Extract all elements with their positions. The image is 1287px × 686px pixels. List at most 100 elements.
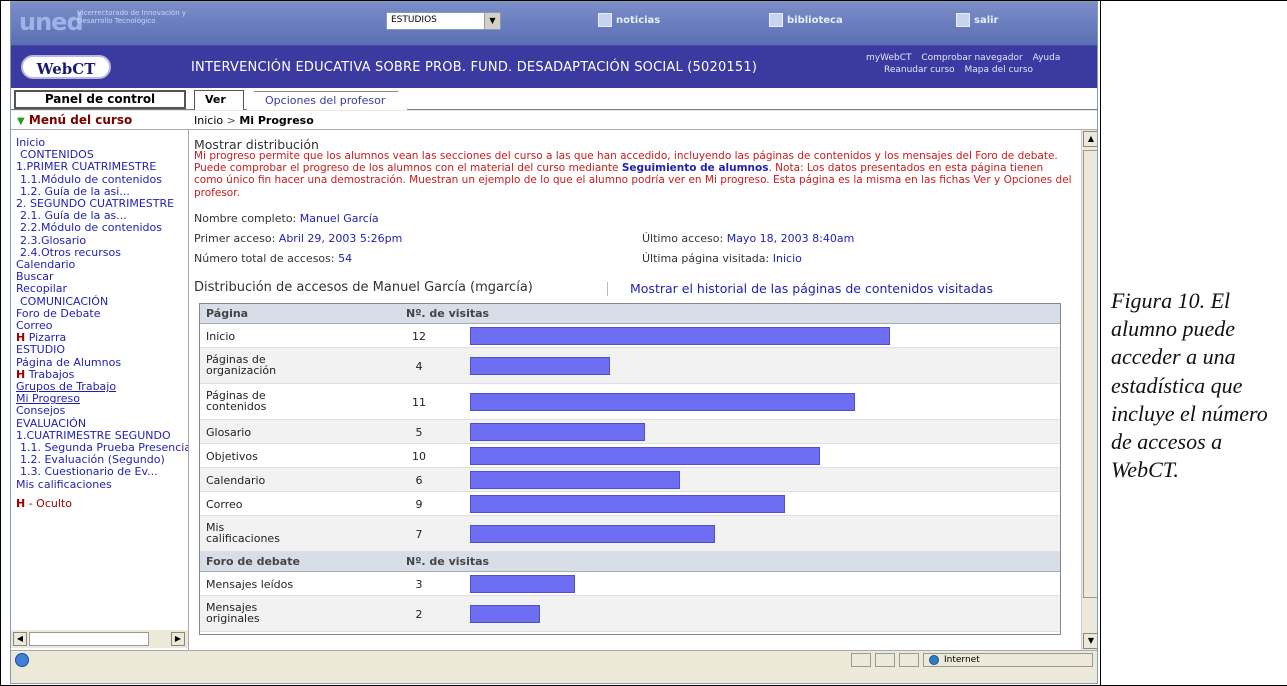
page-cell: Correo <box>206 498 243 511</box>
triangle-down-icon: ▼ <box>17 116 25 127</box>
hidden-marker: H <box>16 496 26 510</box>
last-access-value: Mayo 18, 2003 8:40am <box>726 232 855 245</box>
status-bar: Internet <box>11 650 1097 668</box>
frame-left <box>0 0 1 686</box>
sidebar-item-label: Grupos de Trabajo <box>16 380 117 394</box>
status-slot <box>899 653 919 667</box>
column-header-visits: Nº. de visitas <box>406 307 490 320</box>
course-menu-title: Menú del curso <box>28 113 133 127</box>
course-links: myWebCT Comprobar navegador Ayuda Reanud… <box>866 52 1067 76</box>
main-vertical-scrollbar[interactable]: ▲ ▼ <box>1081 130 1097 650</box>
table-row: Mis calificaciones 7 <box>200 516 1060 552</box>
last-access-row: Último acceso: Mayo 18, 2003 8:40am <box>642 232 854 245</box>
uned-logo-subtitle: Vicerrectorado de Innovación y Desarroll… <box>77 9 187 25</box>
page-cell: Objetivos <box>206 450 258 463</box>
visits-cell: 5 <box>415 426 423 439</box>
distribution-title: Distribución de accesos de Manuel García… <box>194 280 533 295</box>
security-zone: Internet <box>923 653 1093 667</box>
webct-logo[interactable]: WebCT <box>21 55 111 79</box>
breadcrumb-home[interactable]: Inicio <box>194 114 223 127</box>
tab-opciones-profesor[interactable]: Opciones del profesor <box>246 91 408 110</box>
resume-course-link[interactable]: Reanudar curso <box>884 65 955 75</box>
table-row: Páginas de organización 4 <box>200 348 1060 384</box>
status-slot <box>875 653 895 667</box>
sidebar-item-label: Correo <box>16 319 53 333</box>
sidebar-item-label: Mi Progreso <box>16 392 80 406</box>
history-link[interactable]: Mostrar el historial de las páginas de c… <box>630 281 993 296</box>
sidebar-item-label: 1.CUATRIMESTRE SEGUNDO <box>16 428 171 442</box>
page-cell: Mensajes leídos <box>206 578 294 591</box>
total-access-row: Número total de accesos: 54 <box>194 252 352 265</box>
webct-logo-text: WebCT <box>36 60 96 78</box>
breadcrumb-current: Mi Progreso <box>239 114 314 127</box>
table-row: Páginas de contenidos 11 <box>200 384 1060 420</box>
mywebct-link[interactable]: myWebCT <box>866 53 912 63</box>
visits-cell: 2 <box>415 608 423 621</box>
course-map-link[interactable]: Mapa del curso <box>965 65 1034 75</box>
library-icon <box>769 13 783 27</box>
visits-cell: 4 <box>415 360 423 373</box>
first-access-label: Primer acceso: <box>194 232 276 245</box>
ie-page-icon <box>15 653 29 667</box>
frame-divider <box>1100 0 1101 686</box>
table-row: Mensajes originales 2 <box>200 596 1060 632</box>
help-link[interactable]: Ayuda <box>1033 53 1061 63</box>
sidebar-item[interactable]: Mis calificaciones <box>16 477 188 491</box>
security-zone-label: Internet <box>944 655 980 665</box>
sidebar-item-label: 1.2. Guía de la asi... <box>20 184 130 198</box>
visits-cell: 3 <box>415 578 423 591</box>
uned-logo[interactable]: uned <box>19 8 84 36</box>
visits-bar <box>470 575 575 593</box>
sidebar-item-label: 2.3.Glosario <box>20 233 87 247</box>
table-row: Glosario 5 <box>200 420 1060 444</box>
sidebar-item-label: 1.PRIMER CUATRIMESTRE <box>16 160 157 174</box>
last-page-value: Inicio <box>772 252 802 265</box>
page-cell: Páginas de contenidos <box>206 389 267 413</box>
hidden-legend: H - Oculto <box>11 496 188 510</box>
last-page-label: Última página visitada: <box>642 252 770 265</box>
course-title: INTERVENCIÓN EDUCATIVA SOBRE PROB. FUND.… <box>191 60 758 75</box>
course-menu-sidebar: Inicio CONTENIDOS 1.PRIMER CUATRIMESTRE 1.1… <box>11 130 189 650</box>
sidebar-item-label: 1.2. Evaluación (Segundo) <box>20 453 165 467</box>
sidebar-horizontal-scrollbar[interactable]: ◀ ▶ <box>11 630 189 648</box>
sidebar-item-label: Calendario <box>16 258 76 272</box>
salir-label: salir <box>974 14 999 26</box>
exit-door-icon <box>956 13 970 27</box>
title-divider <box>607 282 608 296</box>
sidebar-item-label: Página de Alumnos <box>16 355 122 369</box>
tab-ver[interactable]: Ver <box>194 90 244 110</box>
table-row: Inicio 12 <box>200 324 1060 348</box>
estudios-select[interactable]: ESTUDIOS ▼ <box>386 12 501 30</box>
column-header: Página <box>206 307 249 320</box>
page-cell: Páginas de organización <box>206 353 277 377</box>
top-banner: uned Vicerrectorado de Innovación y Desa… <box>11 2 1097 46</box>
check-browser-link[interactable]: Comprobar navegador <box>921 53 1022 63</box>
forum-table-header: Foro de debate Nº. de visitas <box>200 552 1060 572</box>
control-panel-button[interactable]: Panel de control <box>14 90 186 109</box>
scroll-down-icon[interactable]: ▼ <box>1083 633 1097 649</box>
total-access-value: 54 <box>338 252 353 265</box>
scroll-right-icon[interactable]: ▶ <box>171 632 185 646</box>
student-tracking-link[interactable]: Seguimiento de alumnos <box>622 162 769 174</box>
course-menu-header[interactable]: ▼ Menú del curso <box>11 111 189 130</box>
noticias-link[interactable]: noticias <box>598 13 660 27</box>
sidebar-item-label: Pizarra <box>28 331 67 345</box>
visits-cell: 6 <box>415 474 423 487</box>
sidebar-item-label: Mis calificaciones <box>16 477 112 491</box>
table-row: Correo 9 <box>200 492 1060 516</box>
sidebar-item-label: 1.1.Módulo de contenidos <box>20 172 162 186</box>
sidebar-item-label: Trabajos <box>28 367 75 381</box>
figure-caption: Figura 10. El alumno puede acceder a una… <box>1111 288 1268 483</box>
visits-bar <box>470 423 645 441</box>
scroll-left-icon[interactable]: ◀ <box>13 632 27 646</box>
full-name-row: Nombre completo: Manuel García <box>194 212 379 225</box>
salir-link[interactable]: salir <box>956 13 999 27</box>
sidebar-scroll-thumb[interactable] <box>29 632 149 646</box>
main-content: Mostrar distribución Mi progreso permite… <box>189 130 1081 650</box>
biblioteca-link[interactable]: biblioteca <box>769 13 843 27</box>
visits-bar <box>470 495 785 513</box>
main-scroll-thumb[interactable] <box>1083 150 1097 598</box>
full-name-value: Manuel García <box>299 212 379 225</box>
scroll-up-icon[interactable]: ▲ <box>1083 131 1097 147</box>
chevron-down-icon[interactable]: ▼ <box>484 13 500 29</box>
